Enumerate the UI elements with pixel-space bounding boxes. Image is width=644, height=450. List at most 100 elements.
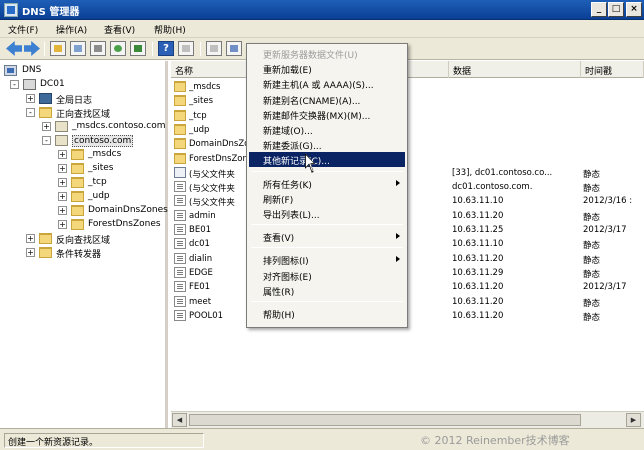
context-menu-item[interactable]: 对齐图标(E) <box>249 268 405 283</box>
dns-view-icon[interactable] <box>226 41 242 56</box>
record-icon <box>174 224 186 235</box>
record-timestamp: 静态 <box>583 241 601 252</box>
collapse-icon[interactable]: - <box>42 136 51 145</box>
record-icon <box>174 309 186 321</box>
menu-separator <box>251 247 403 249</box>
folder-icon <box>174 152 186 164</box>
record-data: 10.63.11.10 <box>452 239 504 250</box>
server-list-icon[interactable] <box>206 41 222 56</box>
menu-bar: 文件(F) 操作(A) 查看(V) 帮助(H) <box>0 20 644 38</box>
record-icon <box>174 266 186 278</box>
window-title: DNS 管理器 <box>22 7 80 18</box>
context-menu-item[interactable]: 新建邮件交换器(MX)(M)... <box>249 107 405 122</box>
context-menu-item[interactable]: 排列图标(I) <box>249 252 405 267</box>
record-data: 10.63.11.20 <box>452 253 504 264</box>
submenu-arrow-icon <box>396 256 400 263</box>
record-icon <box>174 181 186 193</box>
record-data: 10.63.11.20 <box>452 210 504 221</box>
record-timestamp: 静态 <box>583 212 601 223</box>
scroll-thumb[interactable] <box>189 414 581 426</box>
record-icon <box>174 166 186 178</box>
record-data: 10.63.11.20 <box>452 296 504 307</box>
context-menu-item[interactable]: 查看(V) <box>249 229 405 244</box>
close-button[interactable]: × <box>626 2 642 17</box>
folder-icon <box>39 233 52 244</box>
record-data: 10.63.11.20 <box>452 282 504 293</box>
computer-icon <box>23 79 36 90</box>
context-menu-item[interactable]: 属性(R) <box>249 283 405 298</box>
menu-separator <box>251 301 403 302</box>
status-bar: 创建一个新资源记录。 © 2012 Reinember技术博客 <box>0 428 644 450</box>
menu-separator <box>251 170 403 172</box>
record-data: 10.63.11.29 <box>452 267 504 278</box>
context-menu-item[interactable]: 导出列表(L)... <box>249 206 405 221</box>
up-folder-icon[interactable] <box>50 41 66 56</box>
context-menu-item[interactable]: 刷新(F) <box>249 191 405 206</box>
folder-icon <box>174 95 186 107</box>
column-data[interactable]: 数据 <box>449 61 581 78</box>
record-icon <box>174 252 186 264</box>
menu-file[interactable]: 文件(F) <box>8 23 38 36</box>
expand-icon[interactable]: + <box>58 220 67 229</box>
folder-icon <box>71 191 84 202</box>
context-menu-item[interactable]: 新建域(O)... <box>249 122 405 137</box>
collapse-icon[interactable]: - <box>26 108 35 117</box>
menu-separator <box>251 224 403 226</box>
context-menu-item[interactable]: 新建主机(A 或 AAAA)(S)... <box>249 76 405 91</box>
record-data: 10.63.11.20 <box>452 310 504 321</box>
show-hide-tree-icon[interactable] <box>70 41 86 56</box>
record-data: [33], dc01.contoso.co... <box>452 167 553 178</box>
back-arrow-icon[interactable] <box>6 41 22 56</box>
record-timestamp: 2012/3/16 : <box>583 196 633 207</box>
context-menu-item[interactable]: 新建别名(CNAME)(A)... <box>249 92 405 107</box>
status-text: 创建一个新资源记录。 <box>4 433 204 448</box>
scroll-left-icon[interactable]: ◀ <box>172 413 187 427</box>
expand-icon[interactable]: + <box>58 206 67 215</box>
zone-icon <box>55 135 68 146</box>
title-bar: DNS 管理器 _ □ × <box>0 0 644 20</box>
expand-icon[interactable]: + <box>58 192 67 201</box>
collapse-icon[interactable]: - <box>10 80 19 89</box>
folder-icon <box>39 247 52 258</box>
record-data: 10.63.11.25 <box>452 225 504 235</box>
record-timestamp: 2012/3/17 <box>583 225 627 235</box>
folder-icon <box>71 205 84 216</box>
folder-icon <box>174 109 186 121</box>
action-pane-icon[interactable] <box>178 41 194 56</box>
expand-icon[interactable]: + <box>26 234 35 243</box>
context-menu-item[interactable]: 重新加载(E) <box>249 61 405 76</box>
refresh-icon[interactable] <box>110 41 126 56</box>
scroll-right-icon[interactable]: ▶ <box>626 413 641 427</box>
minimize-button[interactable]: _ <box>591 2 607 17</box>
expand-icon[interactable]: + <box>58 164 67 173</box>
maximize-button[interactable]: □ <box>608 2 624 17</box>
forward-arrow-icon[interactable] <box>24 41 40 56</box>
folder-icon <box>39 107 52 118</box>
horizontal-scrollbar[interactable]: ◀ ▶ <box>171 411 644 428</box>
submenu-arrow-icon <box>396 179 400 186</box>
expand-icon[interactable]: + <box>26 248 35 257</box>
context-menu-item[interactable]: 所有任务(K) <box>249 176 405 191</box>
record-icon <box>174 209 186 221</box>
record-timestamp: 静态 <box>583 269 601 280</box>
properties-icon[interactable] <box>90 41 106 56</box>
expand-icon[interactable]: + <box>58 150 67 159</box>
context-menu-item[interactable]: 帮助(H) <box>249 306 405 321</box>
context-menu-item[interactable]: 其他新记录(C)... <box>249 152 405 168</box>
menu-action[interactable]: 操作(A) <box>56 23 87 36</box>
expand-icon[interactable]: + <box>26 94 35 103</box>
dns-server-icon <box>4 65 17 76</box>
record-icon <box>174 195 186 207</box>
expand-icon[interactable]: + <box>42 122 51 131</box>
context-menu-item[interactable]: 新建委派(G)... <box>249 137 405 152</box>
folder-icon <box>71 177 84 188</box>
menu-help[interactable]: 帮助(H) <box>154 23 186 36</box>
column-timestamp[interactable]: 时间戳 <box>581 61 644 78</box>
folder-icon <box>71 219 84 230</box>
help-icon[interactable]: ? <box>158 41 174 56</box>
record-timestamp: 静态 <box>583 184 601 195</box>
record-icon <box>174 238 186 250</box>
export-list-icon[interactable] <box>130 41 146 56</box>
expand-icon[interactable]: + <box>58 178 67 187</box>
menu-view[interactable]: 查看(V) <box>104 23 135 36</box>
